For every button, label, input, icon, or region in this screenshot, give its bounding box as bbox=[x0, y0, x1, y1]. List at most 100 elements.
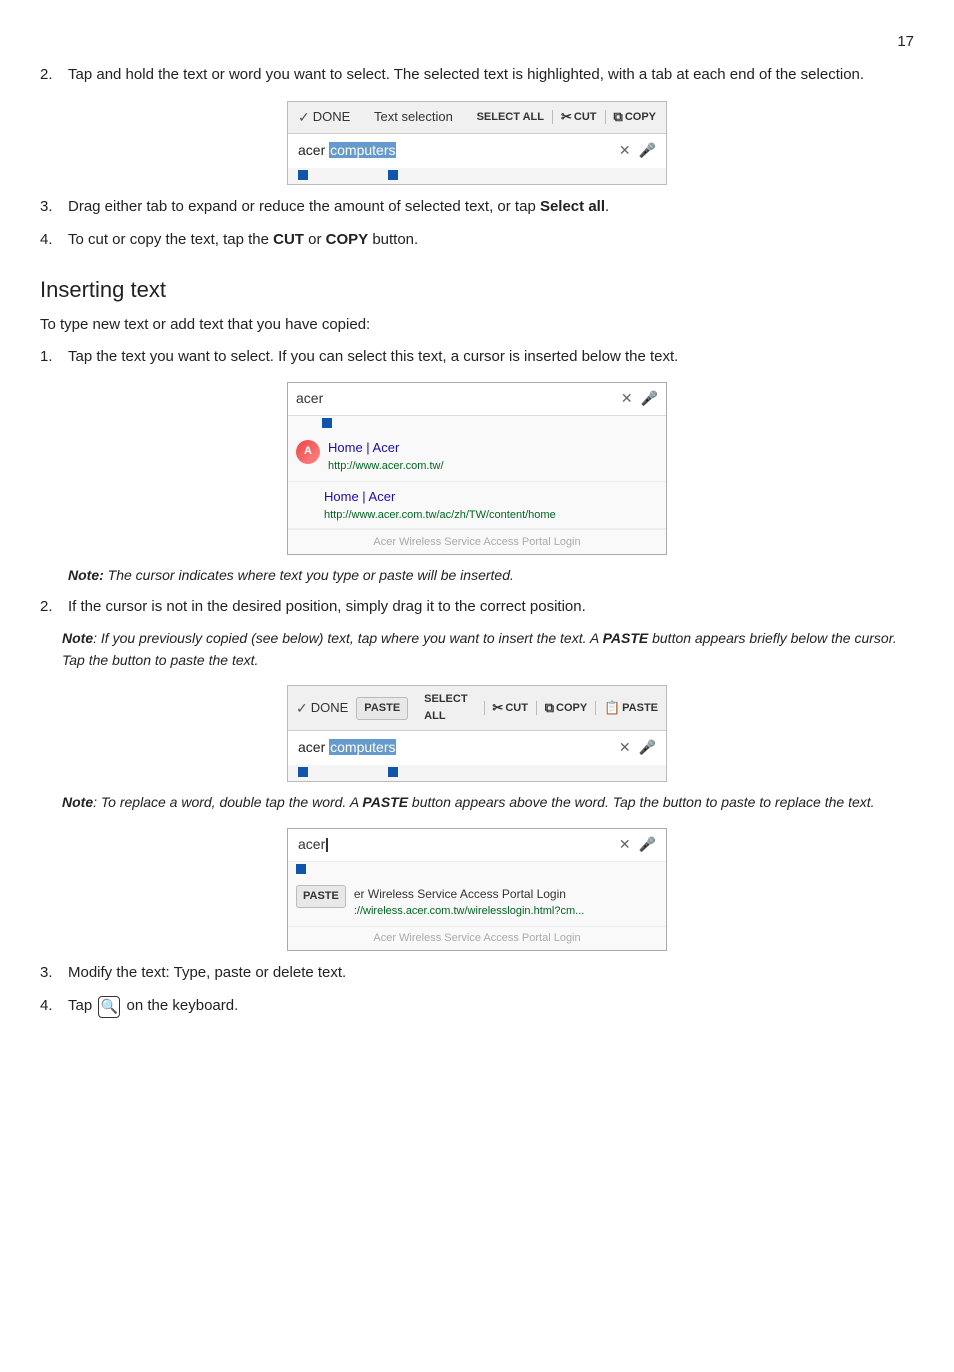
select-all-bold: Select all bbox=[540, 198, 605, 215]
acer-box-container: acer ✕ 🎤 PASTE er Wireless Service Acces… bbox=[40, 828, 914, 951]
cursor-left bbox=[298, 170, 308, 180]
copy-icon: ⧉ bbox=[614, 107, 623, 127]
copy-label: COPY bbox=[625, 109, 656, 126]
section-intro-inserting: To type new text or add text that you ha… bbox=[40, 313, 914, 336]
acer-input-row: acer ✕ 🎤 bbox=[288, 829, 666, 862]
paste-toolbar-actions: SELECT ALL ✂ CUT ⧉ COPY 📋 PASTE bbox=[424, 691, 658, 725]
cursor-search bbox=[322, 418, 332, 428]
paste-highlighted-text: computers bbox=[329, 739, 396, 755]
mic-icon-search: 🎤 bbox=[641, 388, 658, 410]
result-url-1: http://www.acer.com.tw/ bbox=[328, 458, 444, 475]
cut-btn[interactable]: ✂ CUT bbox=[561, 107, 597, 127]
paste-paste-btn[interactable]: 📋 PASTE bbox=[604, 698, 658, 718]
select-all-btn[interactable]: SELECT ALL bbox=[477, 109, 544, 126]
inserting-item-2-text: If the cursor is not in the desired posi… bbox=[68, 595, 914, 618]
item-2-text: Tap and hold the text or word you want t… bbox=[68, 63, 914, 86]
paste-toolbar-bar: ✓ DONE PASTE SELECT ALL ✂ CUT ⧉ COPY bbox=[288, 686, 666, 731]
paste-done-label: DONE bbox=[311, 698, 349, 718]
text-input-content-1: acer computers bbox=[298, 140, 613, 162]
paste-copy-btn[interactable]: ⧉ COPY bbox=[545, 698, 587, 718]
cut-bold: CUT bbox=[273, 231, 304, 248]
copy-btn[interactable]: ⧉ COPY bbox=[614, 107, 656, 127]
acer-input-text: acer bbox=[298, 834, 613, 856]
inserting-item-4-num: 4. bbox=[40, 994, 62, 1017]
cursor-right bbox=[388, 170, 398, 180]
item-4-text: To cut or copy the text, tap the CUT or … bbox=[68, 228, 914, 251]
numbered-item-3: 3. Drag either tab to expand or reduce t… bbox=[40, 195, 914, 218]
cursor-icons-1: ✕ 🎤 bbox=[619, 140, 656, 162]
numbered-item-4: 4. To cut or copy the text, tap the CUT … bbox=[40, 228, 914, 251]
toolbar-box-1: ✓ DONE Text selection SELECT ALL ✂ CUT ⧉… bbox=[287, 101, 667, 185]
paste-copy-label: COPY bbox=[556, 700, 587, 717]
check-icon: ✓ bbox=[298, 107, 310, 129]
item-3-text: Drag either tab to expand or reduce the … bbox=[68, 195, 914, 218]
toolbar-actions-1: SELECT ALL ✂ CUT ⧉ COPY bbox=[477, 107, 656, 127]
divider-1 bbox=[552, 110, 553, 124]
paste-cut-btn[interactable]: ✂ CUT bbox=[492, 698, 528, 718]
inserting-item-4: 4. Tap 🔍 on the keyboard. bbox=[40, 994, 914, 1017]
result-title-2: Home | Acer bbox=[324, 487, 658, 507]
cursor-bar-1 bbox=[298, 170, 666, 180]
text-input-row-1: acer computers ✕ 🎤 bbox=[288, 134, 666, 168]
toolbar-bar-1: ✓ DONE Text selection SELECT ALL ✂ CUT ⧉… bbox=[288, 102, 666, 135]
cut-icon-paste: ✂ bbox=[492, 698, 503, 718]
divider-p1 bbox=[484, 701, 485, 715]
acer-box: acer ✕ 🎤 PASTE er Wireless Service Acces… bbox=[287, 828, 667, 951]
toolbar-done: ✓ DONE bbox=[298, 107, 350, 129]
cut-icon: ✂ bbox=[561, 107, 572, 127]
search-input-row: acer ✕ 🎤 bbox=[288, 383, 666, 416]
close-icon-search: ✕ bbox=[621, 388, 633, 410]
inserting-item-3-text: Modify the text: Type, paste or delete t… bbox=[68, 961, 914, 984]
inserting-item-4-text: Tap 🔍 on the keyboard. bbox=[68, 994, 914, 1017]
mic-icon-1: 🎤 bbox=[639, 140, 656, 162]
cursor-icons-paste: ✕ 🎤 bbox=[619, 737, 656, 759]
check-icon-paste: ✓ bbox=[296, 698, 308, 720]
paste-paste-label: PASTE bbox=[622, 700, 658, 717]
paste-select-all-btn[interactable]: SELECT ALL bbox=[424, 691, 476, 725]
item-2-num: 2. bbox=[40, 63, 62, 86]
search-panel: acer ✕ 🎤 A Home | Acer http://www.acer.c… bbox=[287, 382, 667, 555]
acer-icon: A bbox=[296, 440, 320, 464]
paste-cut-label: CUT bbox=[505, 700, 528, 717]
toolbar-container-paste: ✓ DONE PASTE SELECT ALL ✂ CUT ⧉ COPY bbox=[40, 685, 914, 782]
paste-input-text: acer bbox=[298, 739, 329, 755]
acer-paste-text: er Wireless Service Access Portal Login … bbox=[354, 885, 658, 921]
note-2-block: Note: If you previously copied (see belo… bbox=[62, 628, 914, 671]
section-heading-inserting: Inserting text bbox=[40, 273, 914, 307]
divider-2 bbox=[605, 110, 606, 124]
inserting-item-2: 2. If the cursor is not in the desired p… bbox=[40, 595, 914, 618]
inserting-item-3-num: 3. bbox=[40, 961, 62, 984]
cursor-icons-search: ✕ 🎤 bbox=[621, 388, 658, 410]
cursor-bar-paste bbox=[298, 767, 666, 777]
paste-btn-bar[interactable]: PASTE bbox=[356, 697, 408, 720]
toolbar-container-1: ✓ DONE Text selection SELECT ALL ✂ CUT ⧉… bbox=[40, 101, 914, 185]
paste-result-text: er Wireless Service Access Portal Login bbox=[354, 885, 658, 904]
cursor-right-paste bbox=[388, 767, 398, 777]
cut-label: CUT bbox=[574, 109, 597, 126]
paste-label-acer[interactable]: PASTE bbox=[296, 885, 346, 908]
close-icon-1: ✕ bbox=[619, 140, 631, 162]
cursor-icons-acer: ✕ 🎤 bbox=[619, 834, 656, 856]
acer-faded: Acer Wireless Service Access Portal Logi… bbox=[288, 927, 666, 950]
paste-text-input-row: acer computers ✕ 🎤 bbox=[288, 731, 666, 765]
divider-p3 bbox=[595, 701, 596, 715]
close-icon-acer: ✕ bbox=[619, 834, 631, 856]
copy-icon-paste: ⧉ bbox=[545, 698, 554, 718]
inserting-item-2-num: 2. bbox=[40, 595, 62, 618]
mic-icon-acer: 🎤 bbox=[639, 834, 656, 856]
search-result-2: Home | Acer http://www.acer.com.tw/ac/zh… bbox=[288, 482, 666, 529]
mic-icon-paste: 🎤 bbox=[639, 737, 656, 759]
search-result-1: A Home | Acer http://www.acer.com.tw/ bbox=[288, 432, 666, 482]
done-label: DONE bbox=[313, 107, 351, 127]
paste-toolbar-done: ✓ DONE bbox=[296, 698, 348, 720]
item-4-num: 4. bbox=[40, 228, 62, 251]
copy-bold: COPY bbox=[326, 231, 369, 248]
inserting-item-1-text: Tap the text you want to select. If you … bbox=[68, 345, 914, 368]
search-input-text: acer bbox=[296, 388, 615, 410]
inserting-item-1: 1. Tap the text you want to select. If y… bbox=[40, 345, 914, 368]
highlighted-text-1: computers bbox=[329, 142, 396, 158]
search-key-icon: 🔍 bbox=[98, 996, 120, 1018]
search-result-text-1: Home | Acer http://www.acer.com.tw/ bbox=[328, 438, 444, 475]
result-url-2: http://www.acer.com.tw/ac/zh/TW/content/… bbox=[324, 507, 658, 524]
cursor-left-paste bbox=[298, 767, 308, 777]
